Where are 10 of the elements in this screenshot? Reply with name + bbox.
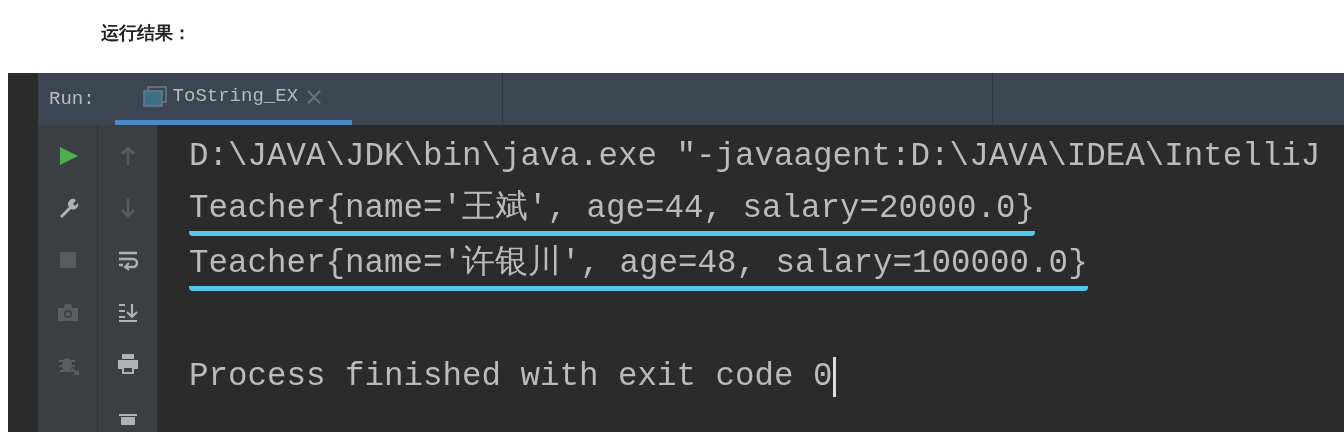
console-line: Teacher{name='许银川', age=48, salary=100000.0} bbox=[189, 242, 1088, 291]
soft-wrap-icon[interactable] bbox=[116, 249, 139, 271]
section-heading: 运行结果： bbox=[101, 23, 191, 43]
console-line: Teacher{name='王斌', age=44, salary=20000.0} bbox=[189, 187, 1036, 236]
console-line: D:\JAVA\JDK\bin\java.exe "-javaagent:D:\JAVA\IDEA\IntelliJ bbox=[189, 136, 1321, 177]
scroll-to-end-icon[interactable] bbox=[116, 301, 139, 323]
window-icon bbox=[142, 85, 167, 108]
printer-icon[interactable] bbox=[116, 353, 139, 375]
panel-label: Run: bbox=[49, 86, 95, 112]
console-line: Process finished with exit code 0 bbox=[189, 356, 833, 397]
